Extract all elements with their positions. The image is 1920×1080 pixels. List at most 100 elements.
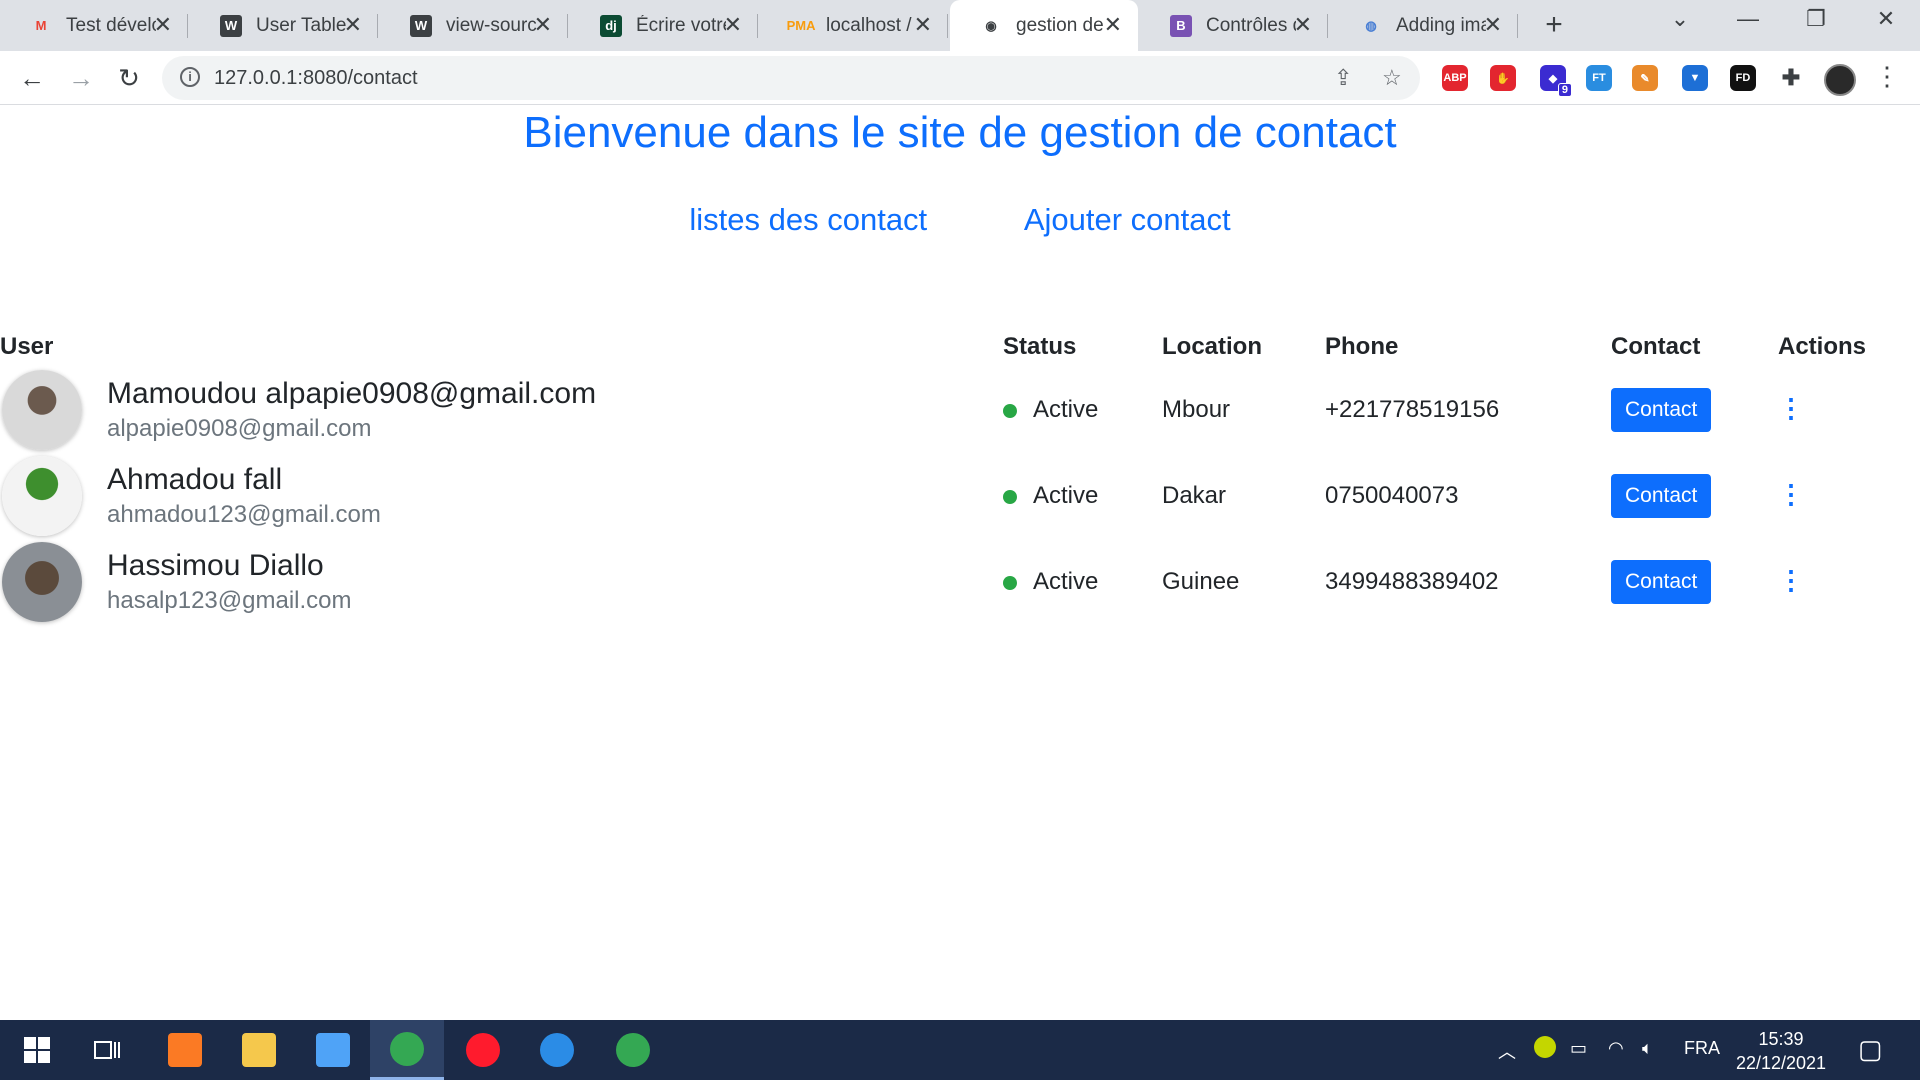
status-dot-icon [1003,575,1017,590]
tasks-extension-icon[interactable]: ◆ 9 [1540,65,1572,97]
tab-close-icon[interactable]: ✕ [1294,14,1312,36]
user-name: Ahmadou fall [107,463,283,496]
close-window-button[interactable]: ✕ [1866,6,1906,32]
bookmark-star-icon[interactable]: ☆ [1382,65,1402,91]
browser-tab[interactable]: dj Écrire votre ✕ [570,0,758,51]
forward-button[interactable]: → [64,61,98,95]
clock-time: 15:39 [1758,1029,1804,1049]
tab-close-icon[interactable]: ✕ [344,14,362,36]
windows-start-icon[interactable] [0,1020,74,1080]
tab-title: Contrôles d [1206,14,1296,36]
more-actions-icon[interactable]: ⋮ [1778,395,1804,421]
tab-separator [377,14,378,38]
site-info-icon[interactable]: i [180,67,200,87]
xampp-icon[interactable] [148,1020,222,1080]
address-bar[interactable]: i 127.0.0.1:8080/contact ⇪ ☆ [162,56,1420,100]
new-tab-button[interactable]: + [1536,8,1572,42]
wordpress-icon: W [410,14,432,37]
taskbar-clock[interactable]: 15:39 22/12/2021 [1726,1027,1836,1075]
location-cell: Mbour [1162,396,1231,423]
fd-extension-icon[interactable]: FD [1730,65,1756,91]
table-row: Hassimou Diallo hasalp123@gmail.com Active… [0,539,1910,625]
browser-tab[interactable]: W User Table U✕ [190,0,378,51]
table-row: Ahmadou fall ahmadou123@gmail.com Active Da… [0,453,1910,539]
more-actions-icon[interactable]: ⋮ [1778,567,1804,593]
share-icon[interactable]: ⇪ [1334,65,1352,91]
opera-icon[interactable] [446,1020,520,1080]
add-contact-link[interactable]: Ajouter contact [1024,202,1231,237]
header-status: Status [1003,333,1077,360]
reload-button[interactable]: ↻ [112,61,146,95]
contact-list-link[interactable]: listes des contact [689,202,927,237]
header-location: Location [1162,333,1262,360]
location-cell: Dakar [1162,482,1227,509]
tab-title: view-source [446,14,536,36]
vscode-icon[interactable] [520,1020,594,1080]
contact-cell: Contact [1611,367,1778,453]
taskbar-app-glyph [390,1031,424,1066]
user-cell: Hassimou Diallo hasalp123@gmail.com [0,539,1003,625]
tab-close-icon[interactable]: ✕ [914,14,932,36]
status-text: Active [1033,482,1099,509]
user-cell: Ahmadou fall ahmadou123@gmail.com [0,453,1003,539]
tab-close-icon[interactable]: ✕ [154,14,172,36]
contact-button[interactable]: Contact [1611,560,1712,604]
user-email: alpapie0908@gmail.com [107,415,372,442]
chrome-icon[interactable] [370,1020,444,1080]
tab-close-icon[interactable]: ✕ [534,14,552,36]
battery-icon[interactable]: ▭ [1570,1038,1587,1059]
avatar [2,370,82,450]
profile-avatar[interactable] [1824,64,1856,96]
browser-tab[interactable]: M Test dévelop✕ [0,0,188,51]
browser-tab[interactable]: B Contrôles d ✕ [1140,0,1328,51]
url-text[interactable]: 127.0.0.1:8080/contact [214,67,418,90]
status-cell: Active [1003,453,1162,539]
gmail-icon: M [35,18,47,33]
extension-badge: 9 [1557,83,1572,97]
tab-close-icon[interactable]: ✕ [1104,14,1122,36]
volume-icon[interactable]: 🔈︎ [1642,1038,1653,1059]
browser-tab[interactable]: Wview-source✕ [380,0,568,51]
back-button[interactable]: ← [15,61,49,95]
tab-close-icon[interactable]: ✕ [724,14,742,36]
extensions-puzzle-icon[interactable]: ✚ [1778,65,1804,91]
tray-app-icon[interactable] [1534,1036,1556,1063]
user-name: Mamoudou alpapie0908@gmail.com [107,377,597,410]
tab-title: gestion de [1016,14,1104,36]
ublock-icon[interactable]: ✋ [1490,65,1516,91]
adblock-icon[interactable]: ABP [1442,65,1468,91]
tab-title: localhost / [826,14,912,36]
browser-tab[interactable]: PMA localhost / ✕ [760,0,948,51]
more-actions-icon[interactable]: ⋮ [1778,481,1804,507]
minimize-button[interactable]: — [1728,6,1768,32]
colorzilla-icon[interactable]: ✎ [1632,65,1658,91]
browser-menu-icon[interactable]: ⋮ [1874,61,1900,92]
browser-tab[interactable]: ◉ gestion de ✕ [950,0,1138,51]
vpn-shield-icon[interactable]: ▼ [1682,65,1708,91]
browser-tab[interactable]: ◍ Adding ima ✕ [1330,0,1518,51]
chrome-profile-icon[interactable] [596,1020,670,1080]
globe-icon: ◉ [985,17,997,33]
status-text: Active [1033,396,1099,423]
actions-cell: ⋮ [1778,367,1910,453]
tab-search-icon[interactable]: ⌄ [1660,6,1700,32]
tab-title: Écrire votre [636,14,726,36]
contact-cell: Contact [1611,539,1778,625]
taskbar-app-glyph [242,1033,276,1067]
mail-icon[interactable] [296,1020,370,1080]
avatar [2,456,82,536]
avatar [2,542,82,622]
file-explorer-icon[interactable] [222,1020,296,1080]
ft-extension-icon[interactable]: FT [1586,65,1612,91]
user-name: Hassimou Diallo [107,549,324,582]
contact-button[interactable]: Contact [1611,474,1712,518]
taskbar-app-glyph [168,1033,202,1067]
contact-button[interactable]: Contact [1611,388,1712,432]
restore-button[interactable]: ❐ [1796,6,1836,32]
tab-close-icon[interactable]: ✕ [1484,14,1502,36]
show-hidden-icons-icon[interactable]: ︿ [1498,1038,1516,1064]
language-indicator[interactable]: FRA [1684,1038,1720,1059]
notifications-icon[interactable]: ▢ [1858,1034,1883,1065]
wifi-icon[interactable]: ◠ [1608,1038,1624,1059]
task-view-icon[interactable] [70,1020,144,1080]
